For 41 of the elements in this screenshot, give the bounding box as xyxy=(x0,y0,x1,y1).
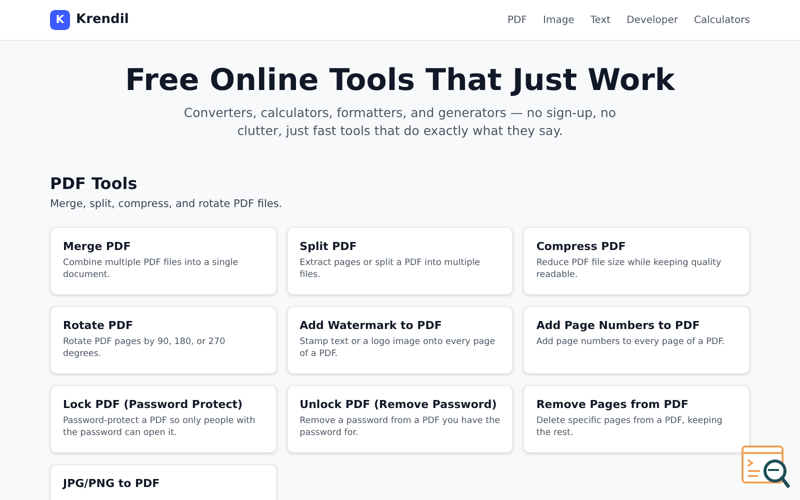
tool-description: Password-protect a PDF so only people with the password can open it. xyxy=(63,414,256,440)
tool-description: Delete specific pages from a PDF, keeping the rest. xyxy=(536,414,724,440)
tool-description: Reduce PDF file size while keeping quality readable. xyxy=(536,256,722,282)
tool-title: Remove Pages from PDF xyxy=(536,398,690,412)
tool-description: Rotate PDF pages by 90, 180, or 270 degrees. xyxy=(63,336,226,361)
section-title: PDF Tools xyxy=(50,174,138,194)
inspect-widget-icon[interactable] xyxy=(741,445,791,490)
nav-link[interactable]: PDF xyxy=(508,12,527,28)
tool-card[interactable]: Rotate PDF Rotate PDF pages by 90, 180, or 270 degrees. xyxy=(50,306,277,374)
tool-card[interactable]: Unlock PDF (Remove Password) Remove a password from a PDF you have the password for. xyxy=(286,384,514,453)
tool-description: Remove a password from a PDF you have the password for. xyxy=(300,414,500,440)
tool-description: Combine multiple PDF files into a single document. xyxy=(63,256,240,282)
tool-description: Extract pages or split a PDF into multiple files. xyxy=(300,256,482,282)
nav-link[interactable]: Image xyxy=(543,12,574,28)
tool-card[interactable]: Split PDF Extract pages or split a PDF into multiple files. xyxy=(286,226,514,295)
tool-title: Rotate PDF xyxy=(63,318,134,333)
tool-title: JPG/PNG to PDF xyxy=(63,476,161,491)
tool-title: Unlock PDF (Remove Password) xyxy=(300,398,498,412)
nav-link[interactable]: Text xyxy=(590,12,611,28)
tool-description: Add page numbers to every page of a PDF. xyxy=(536,336,726,348)
tool-title: Merge PDF xyxy=(63,240,132,254)
nav-link[interactable]: Calculators xyxy=(694,12,750,28)
tool-card[interactable]: JPG/PNG to PDF xyxy=(50,464,277,500)
tool-title: Compress PDF xyxy=(536,240,627,254)
brand-name: Krendil xyxy=(76,11,129,30)
tool-title: Lock PDF (Password Protect) xyxy=(63,398,244,412)
tool-card[interactable]: Add Watermark to PDF Stamp text or a logo image onto every page of a PDF. xyxy=(286,306,514,374)
hero-title: Free Online Tools That Just Work xyxy=(125,62,675,100)
tool-title: Split PDF xyxy=(300,240,358,254)
tool-card[interactable]: Compress PDF Reduce PDF file size while keeping quality readable. xyxy=(523,226,750,295)
tool-card[interactable]: Remove Pages from PDF Delete specific pages from a PDF, keeping the rest. xyxy=(523,384,750,453)
logo-icon: K xyxy=(50,10,70,30)
nav-link[interactable]: Developer xyxy=(626,12,678,28)
tool-description: Stamp text or a logo image onto every page of a PDF. xyxy=(300,336,496,361)
tool-card[interactable]: Merge PDF Combine multiple PDF files into a single document. xyxy=(50,226,277,295)
tool-title: Add Watermark to PDF xyxy=(300,318,443,333)
hero-subtitle: Converters, calculators, formatters, and generators — no sign-up, no clutter, just fast tools that do exactly what they say. xyxy=(182,104,618,140)
tool-card[interactable]: Add Page Numbers to PDF Add page numbers to every page of a PDF. xyxy=(523,306,750,374)
tool-card[interactable]: Lock PDF (Password Protect) Password-protect a PDF so only people with the password can open it. xyxy=(50,384,277,453)
tool-title: Add Page Numbers to PDF xyxy=(536,318,701,333)
section-subtitle: Merge, split, compress, and rotate PDF files. xyxy=(50,197,284,212)
